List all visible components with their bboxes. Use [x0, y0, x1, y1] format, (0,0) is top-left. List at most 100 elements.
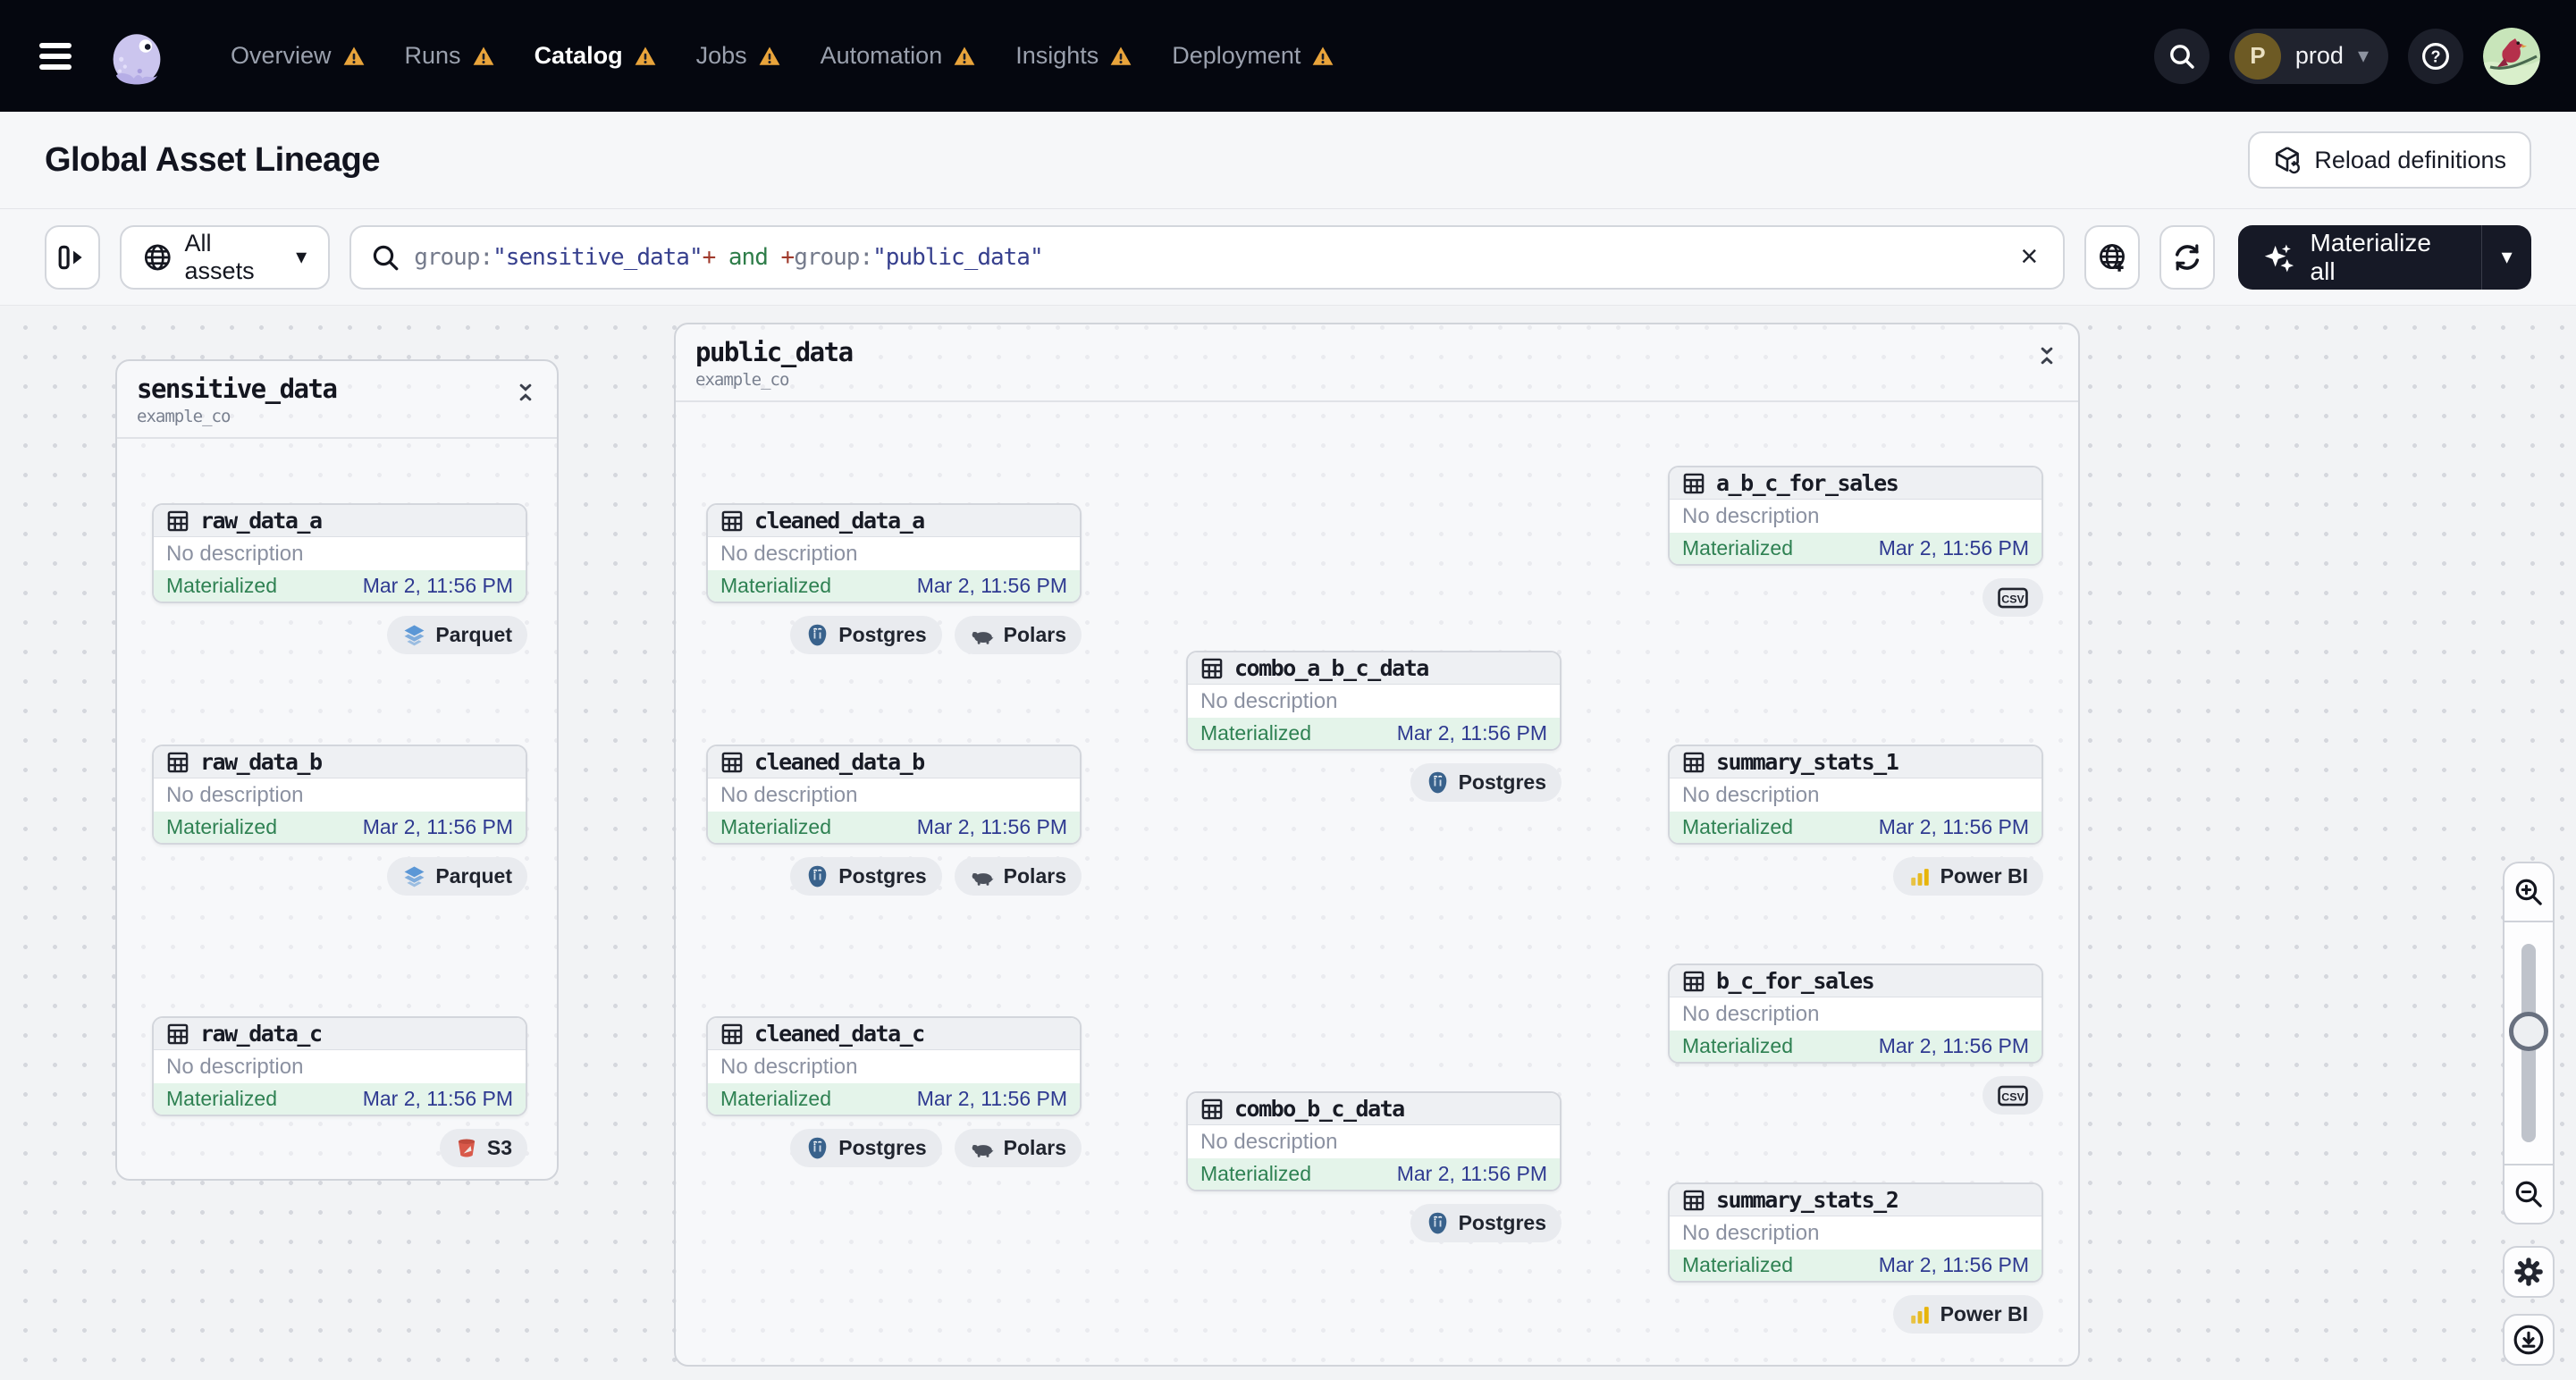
asset-tag-Power BI[interactable]: Power BI	[1892, 1295, 2043, 1334]
asset-status: Materialized	[720, 815, 831, 838]
asset-name: a_b_c_for_sales	[1716, 470, 1899, 496]
asset-status-bar: Materialized Mar 2, 11:56 PM	[154, 570, 526, 602]
table-icon	[720, 1022, 744, 1046]
deployment-initial: P	[2234, 32, 2281, 80]
asset-tag-Power BI[interactable]: Power BI	[1892, 857, 2043, 896]
hamburger-icon[interactable]	[36, 41, 75, 72]
panel-expand-icon	[58, 245, 82, 269]
asset-node-raw_data_c[interactable]: raw_data_c No description Materialized M…	[152, 1016, 527, 1167]
asset-status-bar: Materialized Mar 2, 11:56 PM	[1670, 1250, 2041, 1281]
page-title: Global Asset Lineage	[45, 140, 381, 179]
asset-status: Materialized	[166, 1087, 277, 1110]
asset-tag-Polars[interactable]: Polars	[954, 1129, 1082, 1167]
nav-item-deployment[interactable]: Deployment	[1172, 42, 1334, 70]
asset-timestamp: Mar 2, 11:56 PM	[1878, 1034, 2029, 1057]
asset-description: No description	[1670, 1216, 2041, 1250]
search-icon[interactable]	[2153, 28, 2210, 84]
asset-node-cleaned_data_c[interactable]: cleaned_data_c No description Materializ…	[706, 1016, 1082, 1167]
asset-status-bar: Materialized Mar 2, 11:56 PM	[1188, 1158, 1560, 1190]
nav-item-automation[interactable]: Automation	[821, 42, 977, 70]
collapse-group-icon[interactable]	[2035, 344, 2058, 367]
nav-item-label: Jobs	[695, 42, 747, 69]
asset-search-input[interactable]: group:"sensitive_data"+ and +group:"publ…	[349, 224, 2066, 290]
asset-node-cleaned_data_a[interactable]: cleaned_data_a No description Materializ…	[706, 503, 1082, 654]
reload-definitions-label: Reload definitions	[2314, 146, 2506, 173]
warning-icon	[1312, 46, 1334, 65]
nav-item-overview[interactable]: Overview	[231, 42, 366, 70]
asset-node-summary_stats_1[interactable]: summary_stats_1 No description Materiali…	[1668, 745, 2043, 896]
asset-status-bar: Materialized Mar 2, 11:56 PM	[154, 1083, 526, 1115]
dagster-logo[interactable]	[107, 27, 166, 86]
asset-tag-Parquet[interactable]: Parquet	[387, 616, 527, 654]
download-image-button[interactable]	[2503, 1314, 2555, 1366]
help-icon[interactable]: ?	[2408, 28, 2463, 84]
zoom-slider-handle[interactable]	[2509, 1011, 2548, 1051]
asset-tag-csv-icon[interactable]: CSV	[1983, 578, 2043, 617]
nav-item-label: Automation	[820, 42, 943, 69]
asset-name: raw_data_a	[200, 508, 323, 534]
asset-tag-Postgres[interactable]: Postgres	[1410, 763, 1562, 802]
filter-scope-button[interactable]	[2084, 224, 2141, 290]
asset-timestamp: Mar 2, 11:56 PM	[916, 1087, 1067, 1110]
asset-node-raw_data_a[interactable]: raw_data_a No description Materialized M…	[152, 503, 527, 654]
reload-cube-icon	[2276, 147, 2301, 174]
asset-status-bar: Materialized Mar 2, 11:56 PM	[708, 1083, 1080, 1115]
clear-search-icon[interactable]: ×	[2015, 240, 2043, 274]
lineage-canvas[interactable]: sensitive_data example_co public_data ex…	[0, 305, 2576, 1380]
chevron-down-icon: ▾	[2501, 245, 2513, 269]
asset-tag-csv-icon[interactable]: CSV	[1983, 1076, 2043, 1115]
graph-settings-button[interactable]	[2503, 1246, 2555, 1298]
asset-tag-Parquet[interactable]: Parquet	[387, 857, 527, 896]
globe-icon	[144, 244, 171, 270]
asset-tags: Parquet	[152, 616, 527, 654]
asset-tag-Postgres[interactable]: Postgres	[790, 616, 942, 654]
nav-item-insights[interactable]: Insights	[1015, 42, 1132, 70]
asset-tag-Postgres[interactable]: Postgres	[1410, 1204, 1562, 1242]
table-icon	[1200, 1098, 1224, 1121]
nav-item-label: Runs	[404, 42, 461, 69]
asset-status-bar: Materialized Mar 2, 11:56 PM	[708, 570, 1080, 602]
asset-tag-Polars[interactable]: Polars	[954, 857, 1082, 896]
collapse-group-icon[interactable]	[514, 381, 537, 404]
search-query: group:"sensitive_data"+ and +group:"publ…	[414, 244, 2000, 271]
asset-tag-Postgres[interactable]: Postgres	[790, 857, 942, 896]
asset-tag-S3[interactable]: S3	[439, 1129, 527, 1167]
asset-tag-Postgres[interactable]: Postgres	[790, 1129, 942, 1167]
asset-description: No description	[1188, 685, 1560, 718]
asset-name: combo_b_c_data	[1234, 1096, 1405, 1122]
nav-item-jobs[interactable]: Jobs	[696, 42, 781, 70]
materialize-all-main[interactable]: Materialize all	[2238, 225, 2481, 290]
nav-item-runs[interactable]: Runs	[405, 42, 495, 70]
asset-node-b_c_for_sales[interactable]: b_c_for_sales No description Materialize…	[1668, 963, 2043, 1115]
asset-node-a_b_c_for_sales[interactable]: a_b_c_for_sales No description Materiali…	[1668, 466, 2043, 617]
refresh-button[interactable]	[2159, 224, 2216, 290]
open-panel-button[interactable]	[45, 224, 100, 290]
asset-status-bar: Materialized Mar 2, 11:56 PM	[708, 812, 1080, 843]
asset-scope-dropdown[interactable]: All assets ▾	[119, 224, 331, 290]
asset-description: No description	[1188, 1125, 1560, 1158]
reload-definitions-button[interactable]: Reload definitions	[2248, 131, 2531, 189]
page-header: Global Asset Lineage Reload definitions	[0, 112, 2576, 209]
asset-node-summary_stats_2[interactable]: summary_stats_2 No description Materiali…	[1668, 1182, 2043, 1334]
zoom-out-button[interactable]	[2504, 1164, 2553, 1223]
zoom-slider[interactable]	[2504, 922, 2553, 1164]
deployment-switcher[interactable]: P prod ▾	[2228, 28, 2388, 84]
asset-timestamp: Mar 2, 11:56 PM	[1396, 1162, 1547, 1185]
asset-node-combo_b_c_data[interactable]: combo_b_c_data No description Materializ…	[1186, 1091, 1562, 1242]
asset-status: Materialized	[1200, 721, 1311, 745]
asset-description: No description	[154, 1050, 526, 1083]
asset-tags: Postgres Polars	[706, 1129, 1082, 1167]
nav-item-catalog[interactable]: Catalog	[535, 42, 657, 70]
asset-status: Materialized	[720, 1087, 831, 1110]
asset-node-raw_data_b[interactable]: raw_data_b No description Materialized M…	[152, 745, 527, 896]
user-avatar[interactable]	[2483, 27, 2540, 85]
asset-node-cleaned_data_b[interactable]: cleaned_data_b No description Materializ…	[706, 745, 1082, 896]
asset-status-bar: Materialized Mar 2, 11:56 PM	[1670, 812, 2041, 843]
asset-description: No description	[1670, 997, 2041, 1031]
materialize-options-caret[interactable]: ▾	[2481, 224, 2531, 290]
asset-tag-Polars[interactable]: Polars	[954, 616, 1082, 654]
asset-name: cleaned_data_a	[754, 508, 925, 534]
zoom-in-button[interactable]	[2504, 863, 2553, 922]
postgres-icon	[1426, 1211, 1450, 1235]
asset-node-combo_a_b_c_data[interactable]: combo_a_b_c_data No description Material…	[1186, 651, 1562, 802]
